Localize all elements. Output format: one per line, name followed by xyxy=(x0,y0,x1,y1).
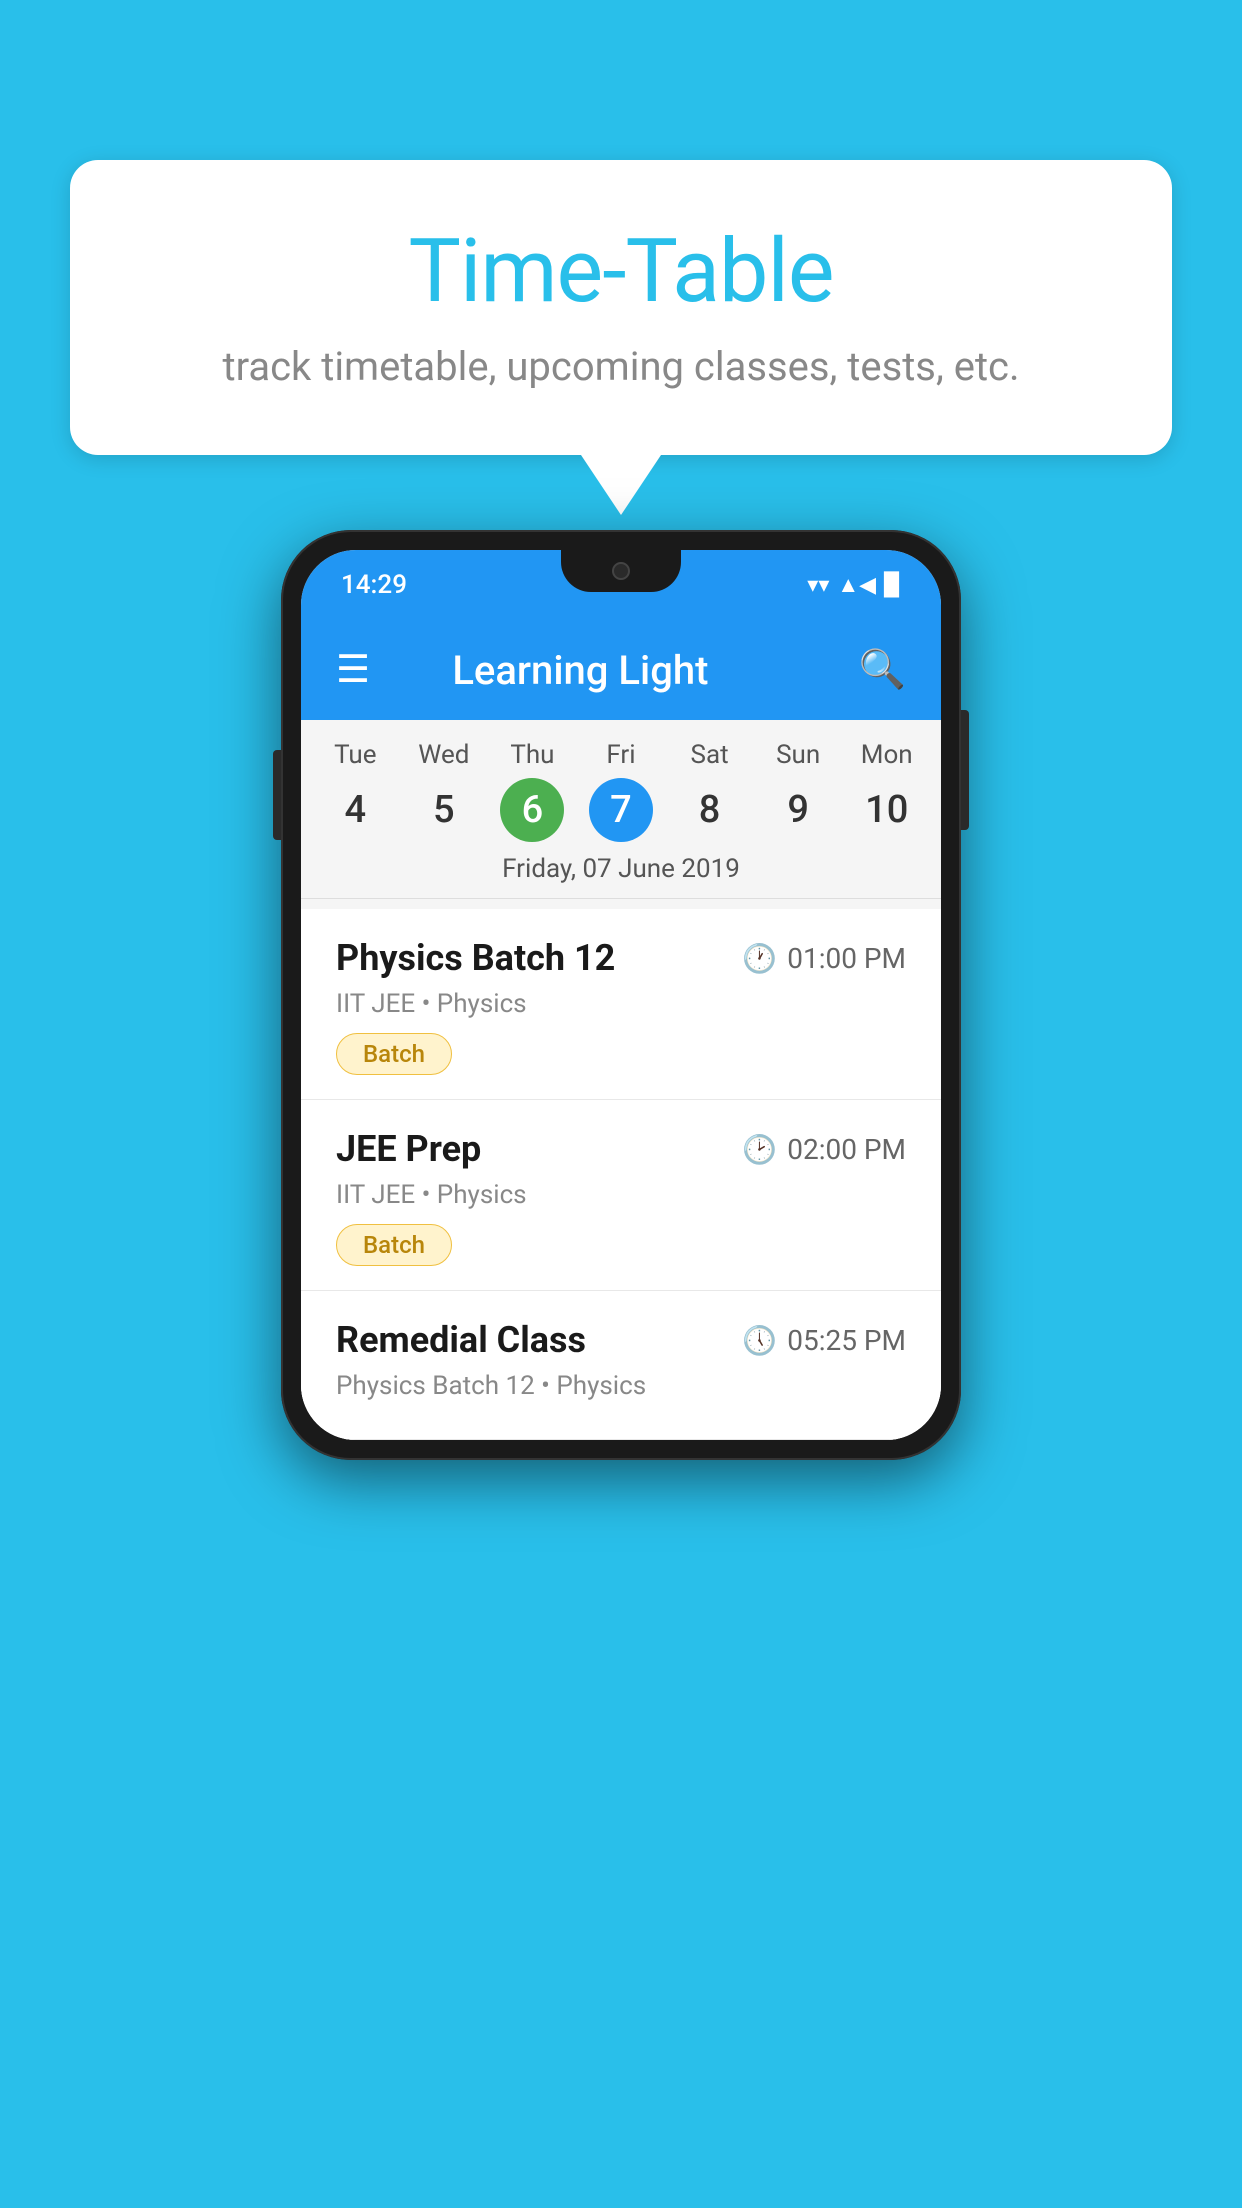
signal-icon: ▲◀ xyxy=(837,572,876,598)
selected-date: Friday, 07 June 2019 xyxy=(301,854,941,899)
schedule-item-3-time: 🕔 05:25 PM xyxy=(742,1324,906,1357)
day-8[interactable]: 8 xyxy=(678,778,742,842)
schedule-item-2[interactable]: JEE Prep 🕑 02:00 PM IIT JEE • Physics Ba… xyxy=(301,1100,941,1291)
speech-bubble-section: Time-Table track timetable, upcoming cla… xyxy=(70,160,1172,515)
phone-mockup: 14:29 ▾▾ ▲◀ ▉ ☰ Learning Light 🔍 Tu xyxy=(281,530,961,1460)
batch-tag-1: Batch xyxy=(336,1033,452,1075)
battery-icon: ▉ xyxy=(884,573,901,598)
app-bar: ☰ Learning Light 🔍 xyxy=(301,620,941,720)
phone-notch xyxy=(561,550,681,592)
clock-icon-2: 🕑 xyxy=(742,1133,777,1166)
day-5[interactable]: 5 xyxy=(412,778,476,842)
phone-frame: 14:29 ▾▾ ▲◀ ▉ ☰ Learning Light 🔍 Tu xyxy=(281,530,961,1460)
schedule-item-3-sub: Physics Batch 12 • Physics xyxy=(336,1371,906,1401)
phone-screen: 14:29 ▾▾ ▲◀ ▉ ☰ Learning Light 🔍 Tu xyxy=(301,550,941,1440)
status-bar: 14:29 ▾▾ ▲◀ ▉ xyxy=(301,550,941,620)
day-header-sun: Sun xyxy=(754,740,843,770)
schedule-item-1-time: 🕐 01:00 PM xyxy=(742,942,906,975)
day-4[interactable]: 4 xyxy=(323,778,387,842)
schedule-item-1-header: Physics Batch 12 🕐 01:00 PM xyxy=(336,937,906,979)
search-icon[interactable]: 🔍 xyxy=(859,648,906,692)
clock-icon-1: 🕐 xyxy=(742,942,777,975)
schedule-item-1[interactable]: Physics Batch 12 🕐 01:00 PM IIT JEE • Ph… xyxy=(301,909,941,1100)
clock-icon-3: 🕔 xyxy=(742,1324,777,1357)
day-header-mon: Mon xyxy=(842,740,931,770)
schedule-item-2-header: JEE Prep 🕑 02:00 PM xyxy=(336,1128,906,1170)
batch-tag-2: Batch xyxy=(336,1224,452,1266)
calendar-week: Tue Wed Thu Fri Sat Sun Mon 4 5 6 7 8 9 … xyxy=(301,720,941,909)
schedule-item-2-time: 🕑 02:00 PM xyxy=(742,1133,906,1166)
day-9[interactable]: 9 xyxy=(766,778,830,842)
day-headers: Tue Wed Thu Fri Sat Sun Mon xyxy=(301,740,941,770)
day-header-wed: Wed xyxy=(400,740,489,770)
schedule-list: Physics Batch 12 🕐 01:00 PM IIT JEE • Ph… xyxy=(301,909,941,1440)
camera xyxy=(612,562,630,580)
schedule-item-2-sub: IIT JEE • Physics xyxy=(336,1180,906,1210)
schedule-item-3-header: Remedial Class 🕔 05:25 PM xyxy=(336,1319,906,1361)
speech-bubble-arrow xyxy=(581,455,661,515)
day-header-thu: Thu xyxy=(488,740,577,770)
day-6-today[interactable]: 6 xyxy=(500,778,564,842)
day-7-selected[interactable]: 7 xyxy=(589,778,653,842)
schedule-item-3[interactable]: Remedial Class 🕔 05:25 PM Physics Batch … xyxy=(301,1291,941,1440)
day-header-fri: Fri xyxy=(577,740,666,770)
schedule-item-2-name: JEE Prep xyxy=(336,1128,481,1170)
day-header-sat: Sat xyxy=(665,740,754,770)
status-time: 14:29 xyxy=(341,570,407,600)
schedule-item-1-name: Physics Batch 12 xyxy=(336,937,615,979)
feature-subtitle: track timetable, upcoming classes, tests… xyxy=(150,343,1092,390)
app-title: Learning Light xyxy=(332,647,829,694)
speech-bubble-card: Time-Table track timetable, upcoming cla… xyxy=(70,160,1172,455)
day-10[interactable]: 10 xyxy=(855,778,919,842)
day-header-tue: Tue xyxy=(311,740,400,770)
wifi-icon: ▾▾ xyxy=(807,573,829,598)
day-numbers: 4 5 6 7 8 9 10 xyxy=(301,778,941,842)
feature-title: Time-Table xyxy=(150,220,1092,323)
schedule-item-3-name: Remedial Class xyxy=(336,1319,586,1361)
status-icons: ▾▾ ▲◀ ▉ xyxy=(807,572,901,598)
schedule-item-1-sub: IIT JEE • Physics xyxy=(336,989,906,1019)
